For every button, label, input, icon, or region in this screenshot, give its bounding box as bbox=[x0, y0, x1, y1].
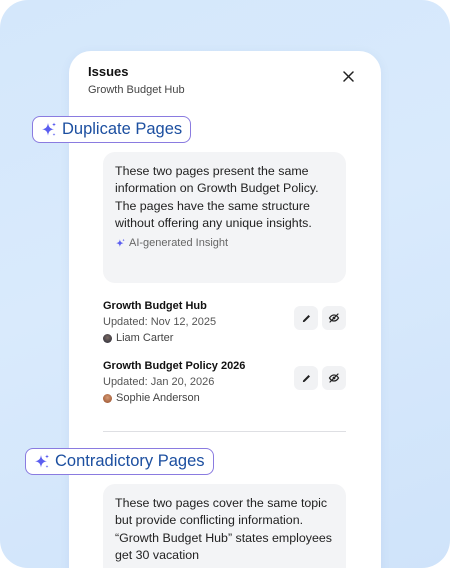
eye-off-icon bbox=[328, 313, 340, 323]
author-name: Sophie Anderson bbox=[116, 392, 200, 404]
avatar bbox=[103, 333, 112, 343]
insight-card: These two pages present the same informa… bbox=[103, 152, 346, 283]
ai-insight-label: AI-generated Insight bbox=[115, 237, 334, 249]
sparkle-icon bbox=[35, 454, 49, 468]
page-actions bbox=[294, 366, 346, 390]
page-author: Liam Carter bbox=[103, 332, 346, 344]
edit-button[interactable] bbox=[294, 366, 318, 390]
sparkle-icon bbox=[42, 122, 56, 136]
insight-card: These two pages cover the same topic but… bbox=[103, 484, 346, 568]
pencil-icon bbox=[302, 314, 310, 322]
page-item: Growth Budget Policy 2026 Updated: Jan 2… bbox=[103, 360, 346, 412]
duplicate-pages-tag: Duplicate Pages bbox=[32, 116, 192, 143]
contradictory-pages-tag: Contradictory Pages bbox=[25, 448, 214, 475]
page-actions bbox=[294, 306, 346, 330]
panel-subtitle: Growth Budget Hub bbox=[88, 84, 185, 96]
insight-text: These two pages cover the same topic but… bbox=[115, 496, 332, 562]
edit-button[interactable] bbox=[294, 306, 318, 330]
tag-label: Duplicate Pages bbox=[62, 120, 183, 138]
insight-text: These two pages present the same informa… bbox=[115, 164, 319, 230]
ai-label-text: AI-generated Insight bbox=[129, 237, 229, 250]
close-button[interactable] bbox=[339, 67, 357, 85]
close-icon bbox=[342, 70, 354, 82]
page-author: Sophie Anderson bbox=[103, 392, 346, 404]
pencil-icon bbox=[302, 374, 310, 382]
hide-button[interactable] bbox=[322, 366, 346, 390]
tag-label: Contradictory Pages bbox=[55, 452, 205, 470]
avatar bbox=[103, 393, 112, 403]
sparkle-icon bbox=[116, 238, 125, 247]
page-item: Growth Budget Hub Updated: Nov 12, 2025 … bbox=[103, 300, 346, 352]
section-divider bbox=[103, 431, 346, 432]
hide-button[interactable] bbox=[322, 306, 346, 330]
eye-off-icon bbox=[328, 373, 340, 383]
panel-title: Issues bbox=[88, 64, 129, 79]
author-name: Liam Carter bbox=[116, 332, 174, 344]
